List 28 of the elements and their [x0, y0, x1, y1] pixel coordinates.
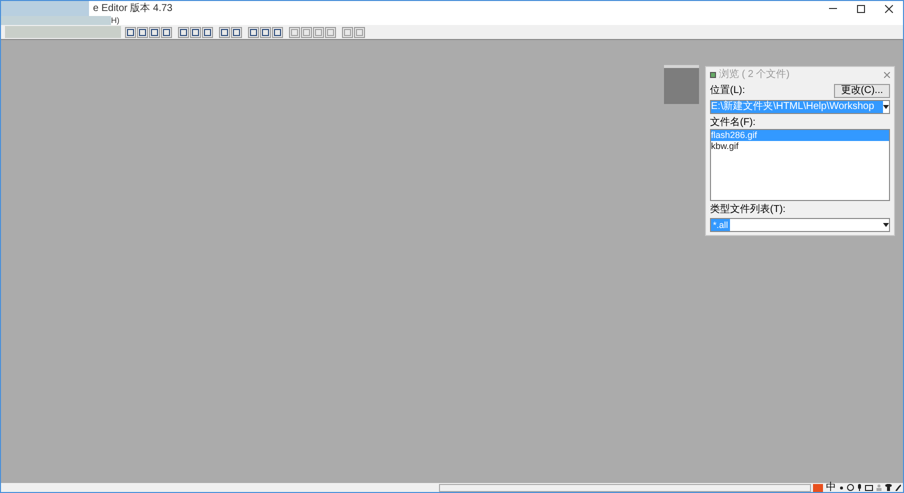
type-label: 类型文件列表(T): [710, 204, 786, 216]
toolbar-button[interactable] [219, 26, 230, 38]
window-title: e Editor 版本 4.73 [93, 2, 172, 16]
location-label: 位置(L): [710, 85, 745, 97]
toolbar-button[interactable] [190, 26, 201, 38]
ime-indicator[interactable]: 中 [826, 484, 836, 492]
dropdown-arrow-icon [883, 223, 889, 227]
toolbar-button[interactable] [161, 26, 172, 38]
window-icon [710, 72, 716, 78]
toolbar-button[interactable] [260, 26, 271, 38]
toolbar-button[interactable] [149, 26, 160, 38]
thumbnail-window [664, 65, 699, 104]
toolbar-button[interactable] [272, 26, 283, 38]
filename-label: 文件名(F): [710, 117, 756, 129]
file-item[interactable]: kbw.gif [711, 141, 889, 152]
input-method-icon[interactable] [813, 484, 823, 492]
toolbar-button[interactable] [231, 26, 242, 38]
change-button[interactable]: 更改(C)... [834, 84, 890, 98]
toolbar-button[interactable] [248, 26, 259, 38]
dropdown-arrow-icon [883, 105, 889, 109]
dialog-title: 浏览 ( 2 个文件) [719, 68, 790, 80]
menu-item[interactable]: H) [111, 16, 120, 25]
toolbar-button[interactable] [178, 26, 189, 38]
toolbar-button[interactable] [125, 26, 136, 38]
microphone-icon[interactable] [857, 484, 862, 491]
toolbar-button[interactable] [137, 26, 148, 38]
toolbar-button[interactable] [202, 26, 213, 38]
shirt-icon[interactable] [885, 484, 892, 491]
